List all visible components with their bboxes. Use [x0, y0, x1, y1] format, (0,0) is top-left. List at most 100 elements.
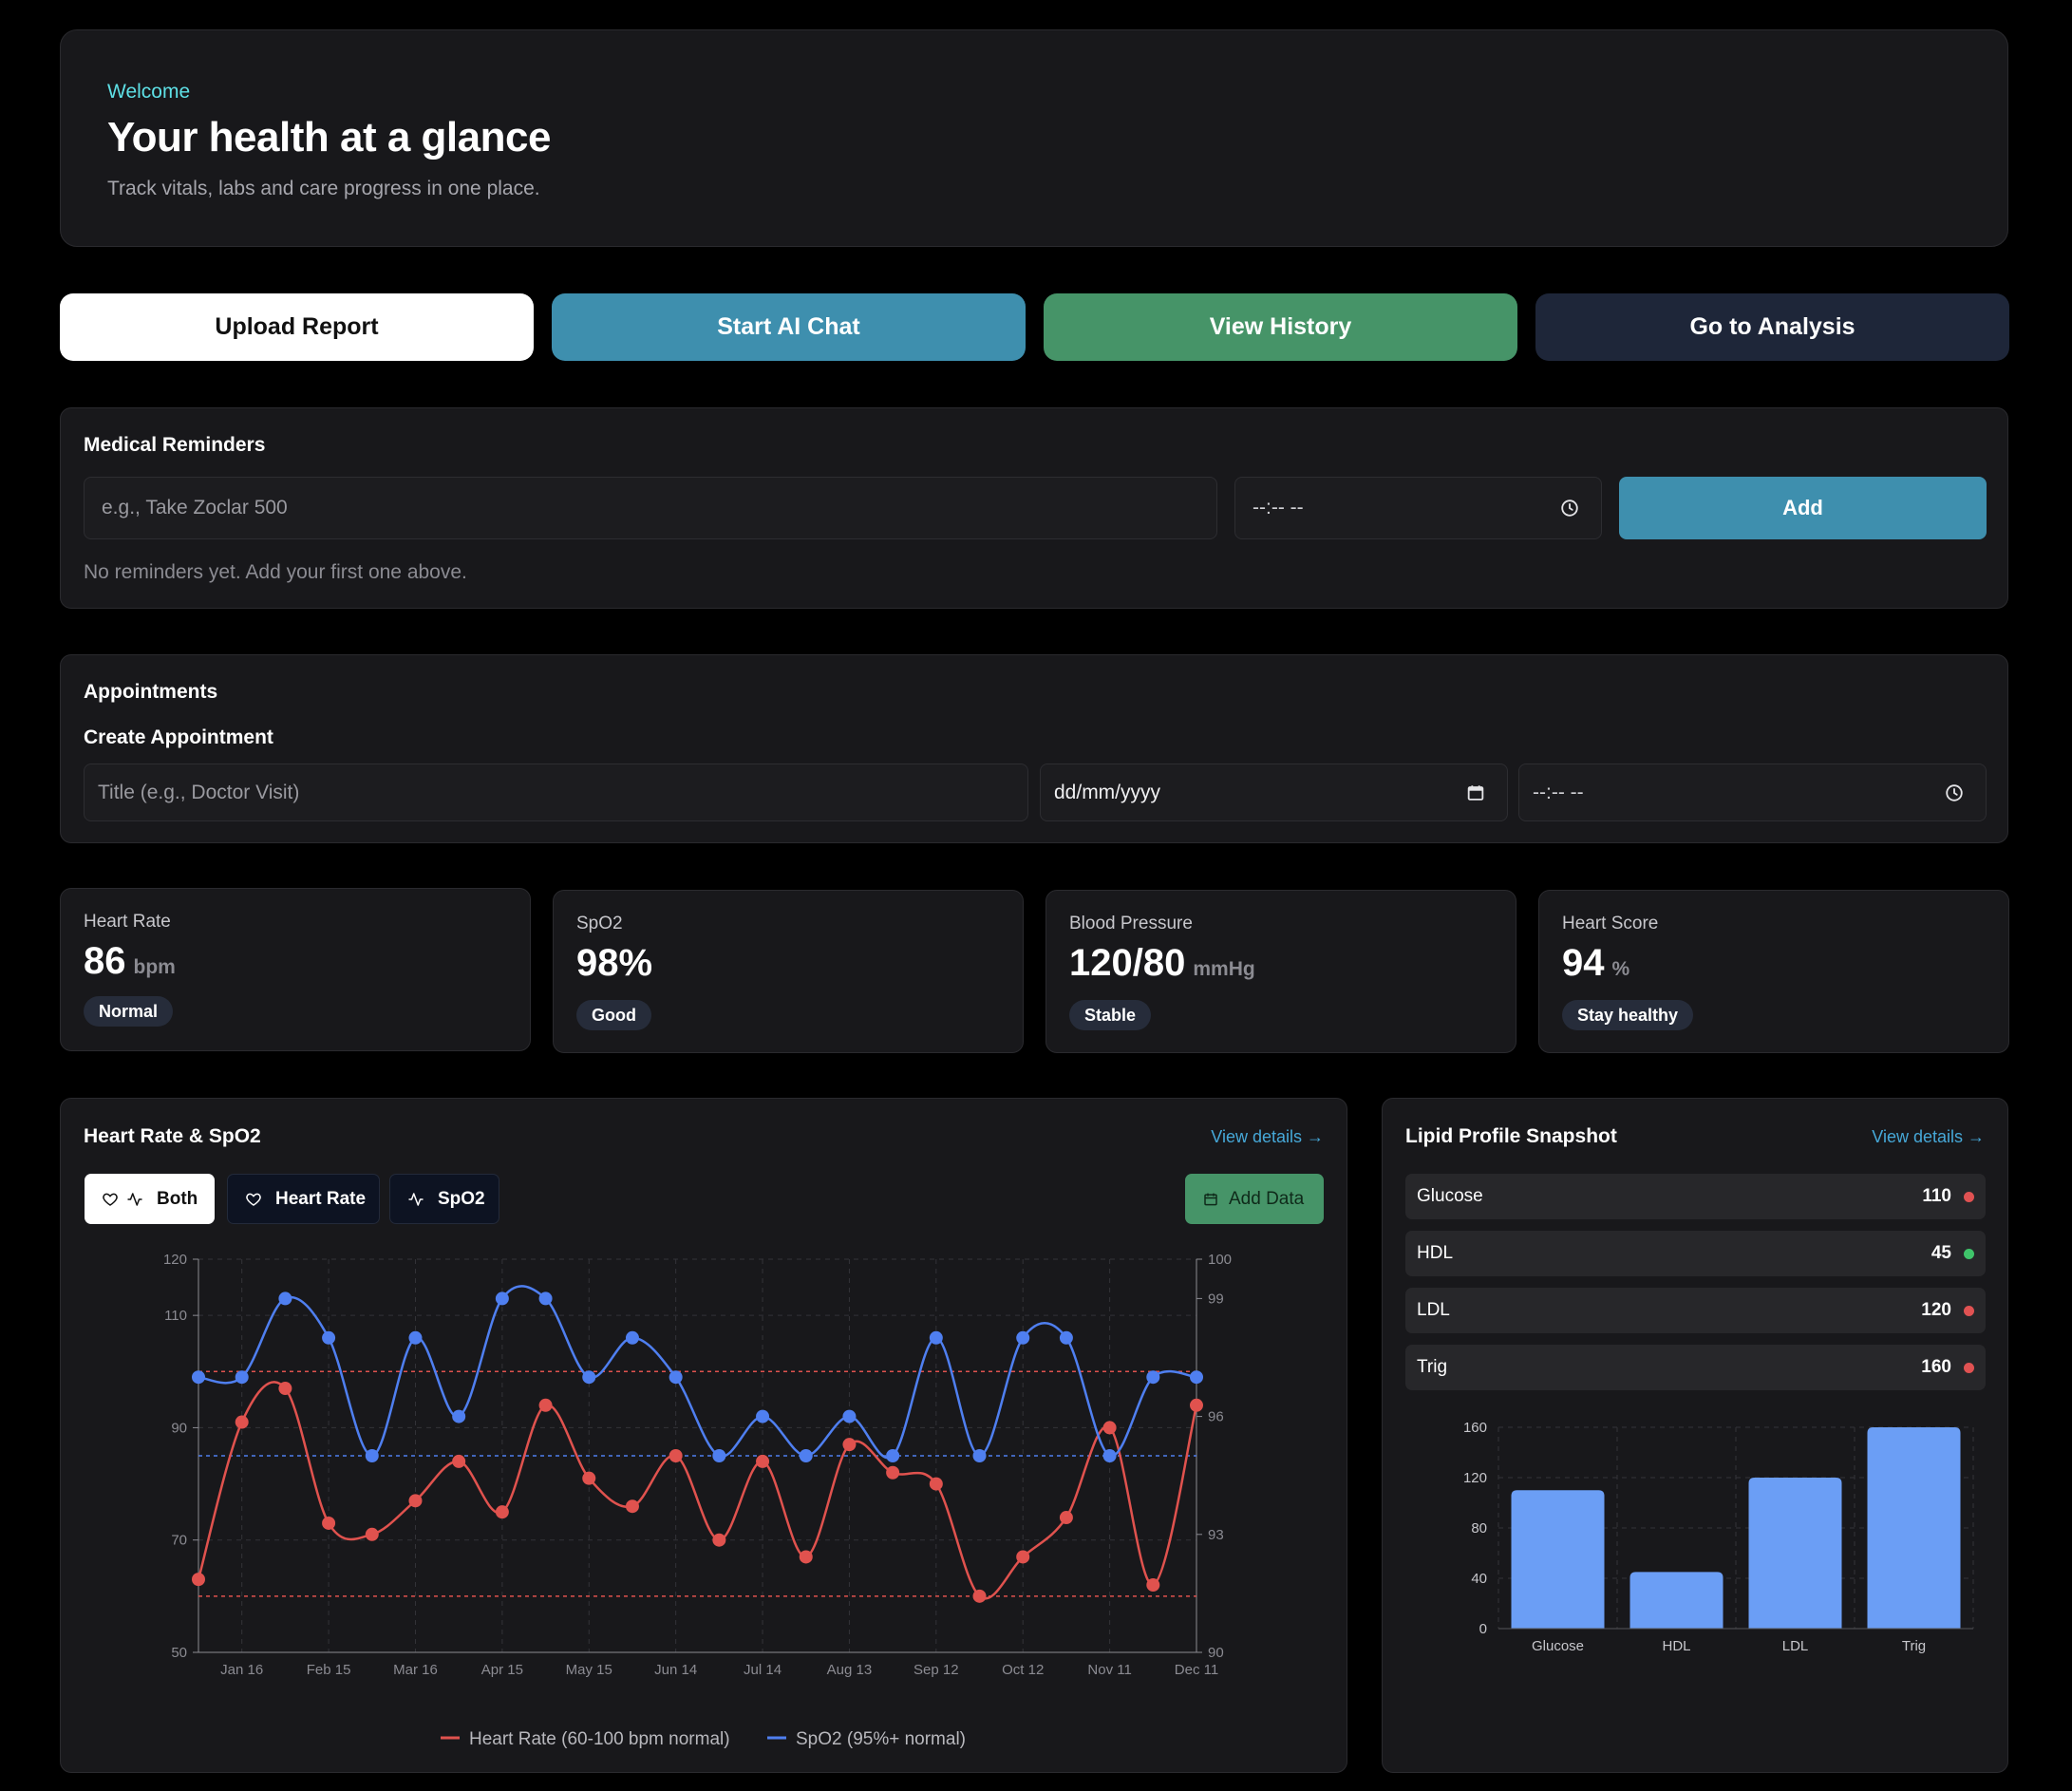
appointment-time-input[interactable]: --:-- -- [1518, 764, 1987, 821]
spo2-data-point[interactable] [1146, 1370, 1160, 1385]
hr-series-line [197, 1381, 1198, 1600]
hr-data-point[interactable] [1016, 1550, 1030, 1564]
hr-data-point[interactable] [886, 1465, 900, 1480]
spo2-data-point[interactable] [1059, 1330, 1073, 1345]
x-tick-label: Dec 11 [1175, 1662, 1218, 1678]
hr-data-point[interactable] [842, 1438, 857, 1452]
heart-score-stat-card: Heart Score 94% Stay healthy [1538, 890, 2009, 1053]
hr-data-point[interactable] [712, 1533, 726, 1547]
stat-number: 120/80 [1069, 942, 1186, 984]
x-tick-label: Oct 12 [1002, 1662, 1044, 1678]
hr-data-point[interactable] [756, 1454, 770, 1468]
hr-data-point[interactable] [1190, 1398, 1203, 1412]
hr-data-point[interactable] [192, 1573, 205, 1587]
stat-unit: mmHg [1193, 958, 1255, 980]
spo2-stat-card: SpO2 98% Good [553, 890, 1024, 1053]
spo2-data-point[interactable] [972, 1449, 987, 1462]
spo2-data-point[interactable] [929, 1330, 943, 1345]
add-reminder-button[interactable]: Add [1619, 477, 1987, 539]
x-tick-label: LDL [1782, 1638, 1809, 1654]
spo2-data-point[interactable] [1102, 1449, 1117, 1462]
hr-data-point[interactable] [365, 1527, 379, 1541]
y-left-tick-label: 50 [171, 1645, 187, 1661]
x-tick-label: Jan 16 [220, 1662, 263, 1678]
x-tick-label: Feb 15 [307, 1662, 351, 1678]
start-ai-chat-button[interactable]: Start AI Chat [552, 293, 1026, 361]
welcome-label: Welcome [107, 81, 191, 103]
spo2-data-point[interactable] [365, 1449, 379, 1462]
hr-data-point[interactable] [278, 1382, 292, 1396]
go-to-analysis-button[interactable]: Go to Analysis [1535, 293, 2009, 361]
appointment-date-input[interactable]: dd/mm/yyyy [1040, 764, 1508, 821]
legend-hr-label: Heart Rate (60-100 bpm normal) [469, 1729, 730, 1749]
spo2-data-point[interactable] [625, 1330, 639, 1345]
stat-value: 94% [1562, 942, 1629, 985]
stat-value: 120/80 mmHg [1069, 942, 1255, 985]
reminder-time-placeholder: --:-- -- [1253, 497, 1304, 518]
x-tick-label: Jul 14 [744, 1662, 782, 1678]
hr-data-point[interactable] [538, 1398, 553, 1412]
view-history-button[interactable]: View History [1044, 293, 1517, 361]
reminders-title: Medical Reminders [84, 434, 266, 456]
spo2-data-point[interactable] [278, 1291, 292, 1306]
clock-icon[interactable] [1944, 782, 1965, 803]
spo2-data-point[interactable] [582, 1370, 596, 1385]
hr-data-point[interactable] [929, 1477, 943, 1491]
status-badge: Normal [84, 996, 174, 1027]
y-left-tick-label: 120 [163, 1252, 187, 1268]
hr-data-point[interactable] [669, 1449, 683, 1462]
y-right-tick-label: 93 [1208, 1527, 1224, 1543]
lipid-profile-card: Lipid Profile Snapshot View details → Gl… [1382, 1098, 2008, 1773]
x-tick-label: Apr 15 [481, 1662, 523, 1678]
hr-data-point[interactable] [452, 1454, 466, 1468]
hr-data-point[interactable] [625, 1499, 639, 1514]
spo2-data-point[interactable] [322, 1330, 336, 1345]
legend-spo2-label: SpO2 (95%+ normal) [796, 1729, 966, 1749]
upload-report-button[interactable]: Upload Report [60, 293, 534, 361]
hr-data-point[interactable] [972, 1589, 987, 1603]
spo2-data-point[interactable] [842, 1409, 857, 1423]
spo2-data-point[interactable] [235, 1370, 249, 1385]
appointment-title-input[interactable]: Title (e.g., Doctor Visit) [84, 764, 1028, 821]
reminder-time-input[interactable]: --:-- -- [1234, 477, 1602, 539]
calendar-icon[interactable] [1465, 782, 1486, 803]
hr-data-point[interactable] [799, 1550, 813, 1564]
spo2-data-point[interactable] [1190, 1370, 1203, 1385]
spo2-data-point[interactable] [669, 1370, 683, 1385]
bar-ldl[interactable] [1748, 1478, 1842, 1629]
spo2-data-point[interactable] [495, 1291, 509, 1306]
spo2-data-point[interactable] [886, 1449, 900, 1462]
status-badge: Good [576, 1000, 651, 1030]
stat-number: 86 [84, 940, 126, 982]
chart-legend: Heart Rate (60-100 bpm normal) SpO2 (95%… [441, 1729, 966, 1749]
y-left-tick-label: 110 [164, 1308, 187, 1324]
hr-data-point[interactable] [1102, 1421, 1117, 1435]
spo2-data-point[interactable] [799, 1449, 813, 1462]
stat-label: SpO2 [576, 914, 623, 933]
spo2-data-point[interactable] [452, 1409, 466, 1423]
heart-rate-spo2-line-chart: Jan 16 Feb 15 Mar 16 Apr 15 May 15 Jun 14 Jul … [163, 1252, 1232, 1749]
hr-data-point[interactable] [1146, 1578, 1160, 1593]
stat-value: 86 bpm [84, 940, 176, 983]
hr-data-point[interactable] [322, 1516, 336, 1530]
hr-data-point[interactable] [235, 1415, 249, 1429]
reminder-text-input[interactable]: e.g., Take Zoclar 500 [84, 477, 1217, 539]
hr-data-point[interactable] [1059, 1511, 1073, 1525]
spo2-data-point[interactable] [712, 1449, 726, 1462]
spo2-data-point[interactable] [538, 1291, 553, 1306]
spo2-data-point[interactable] [192, 1370, 205, 1385]
spo2-data-point[interactable] [756, 1409, 770, 1423]
bar-glucose[interactable] [1511, 1490, 1605, 1629]
hr-data-point[interactable] [495, 1505, 509, 1519]
stat-number: 98% [576, 942, 653, 984]
y-tick-label: 80 [1471, 1520, 1487, 1536]
chart-series [192, 1285, 1203, 1603]
hr-data-point[interactable] [582, 1471, 596, 1485]
clock-icon[interactable] [1559, 498, 1580, 518]
bar-hdl[interactable] [1629, 1572, 1724, 1629]
spo2-data-point[interactable] [408, 1330, 423, 1345]
heart-rate-spo2-card: Heart Rate & SpO2 View details → Both He… [60, 1098, 1347, 1773]
hr-data-point[interactable] [408, 1494, 423, 1508]
bar-trig[interactable] [1867, 1427, 1961, 1629]
spo2-data-point[interactable] [1016, 1330, 1030, 1345]
